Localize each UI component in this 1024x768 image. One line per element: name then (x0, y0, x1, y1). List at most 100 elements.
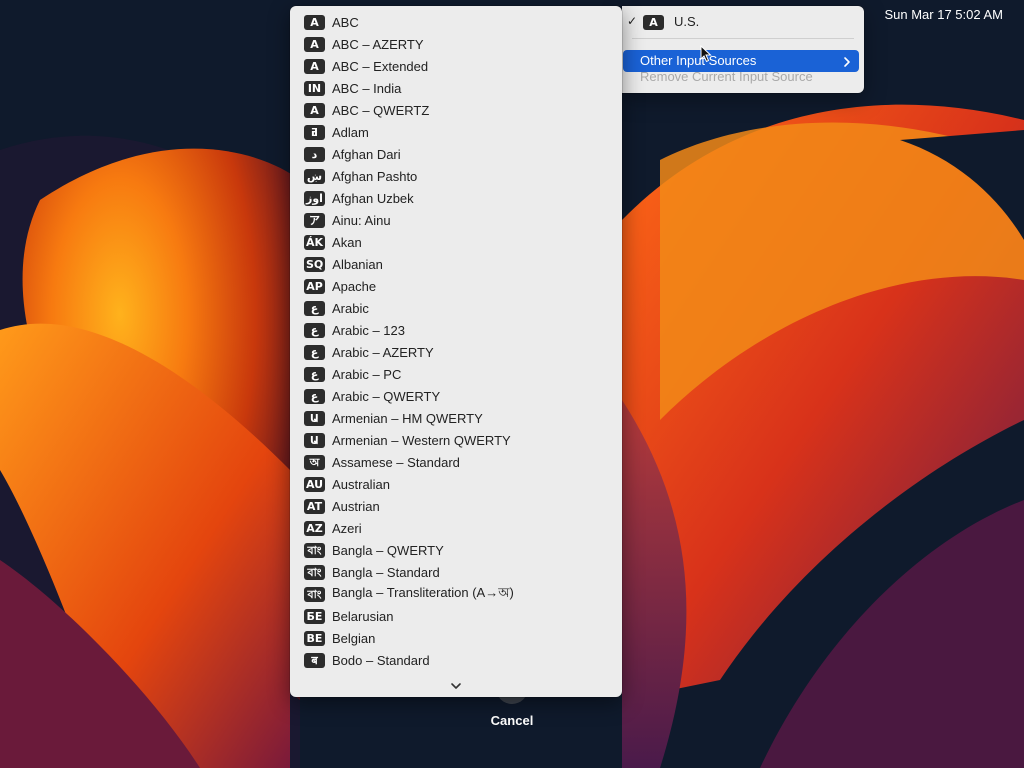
input-source-item[interactable]: ߥ Adlam (290, 121, 622, 143)
input-source-label: ABC (332, 14, 359, 30)
menu-item-current-source-us[interactable]: ✓ A U.S. (622, 11, 864, 33)
input-source-label: Ainu: Ainu (332, 212, 391, 228)
input-source-badge-icon: SQ (304, 256, 326, 272)
input-source-label: Akan (332, 234, 362, 250)
input-source-item[interactable]: Ա Armenian – Western QWERTY (290, 429, 622, 451)
input-source-badge-icon: BE (304, 630, 325, 646)
input-source-item[interactable]: AU Australian (290, 473, 622, 495)
input-source-item[interactable]: বাং Bangla – QWERTY (290, 539, 622, 561)
input-source-badge-icon: ÁK (304, 234, 326, 250)
input-source-label: ABC – AZERTY (332, 36, 424, 52)
input-menu: ✓ A U.S. Other Input Sources Remove Curr… (622, 6, 864, 93)
input-source-badge-icon: A (304, 58, 325, 74)
input-source-label: Bangla – QWERTY (332, 542, 444, 558)
input-source-badge-icon: ア (304, 212, 325, 228)
input-source-badge-icon: ع (304, 300, 325, 316)
input-source-label: Afghan Pashto (332, 168, 418, 184)
input-source-badge-icon: Ա (304, 410, 325, 426)
input-source-item[interactable]: ع Arabic – AZERTY (290, 341, 622, 363)
input-source-badge-icon: اوز (304, 190, 325, 206)
input-source-badge-icon: ع (304, 388, 325, 404)
input-source-badge-icon: বাং (304, 542, 325, 558)
input-source-badge-icon: د (304, 146, 325, 162)
input-source-item[interactable]: ښ Afghan Pashto (290, 165, 622, 187)
input-source-item[interactable]: SQ Albanian (290, 253, 622, 275)
input-source-item[interactable]: IN ABC – India (290, 77, 622, 99)
input-source-badge-icon: অ (304, 454, 325, 470)
input-source-badge-icon: বাং (304, 564, 325, 580)
input-source-label: Adlam (332, 124, 369, 140)
input-source-item[interactable]: AZ Azeri (290, 517, 622, 539)
input-source-item[interactable]: ع Arabic (290, 297, 622, 319)
input-source-label: ABC – Extended (332, 58, 429, 74)
input-sources-items: A ABC A ABC – AZERTY A ABC – Extended IN ABC – … (290, 11, 622, 671)
input-source-badge-icon: AP (304, 278, 325, 294)
input-source-label: Armenian – Western QWERTY (332, 432, 511, 448)
checkmark-icon: ✓ (627, 14, 638, 28)
input-source-label: Afghan Dari (332, 146, 401, 162)
input-source-badge-icon: ब (304, 652, 325, 668)
input-source-label: ABC – India (332, 80, 402, 96)
input-source-item[interactable]: A ABC – Extended (290, 55, 622, 77)
input-sources-list-menu: A ABC A ABC – AZERTY A ABC – Extended IN ABC – … (290, 6, 622, 697)
input-source-label: Arabic – AZERTY (332, 344, 434, 360)
scroll-down-arrow-icon[interactable] (290, 678, 622, 694)
input-source-badge-icon: ع (304, 366, 325, 382)
other-input-sources-label: Other Input Sources (640, 53, 757, 68)
input-source-item[interactable]: A ABC (290, 11, 622, 33)
us-badge-icon: A (643, 15, 664, 30)
input-source-label: Arabic (332, 300, 369, 316)
input-source-badge-icon: Ա (304, 432, 325, 448)
input-source-item[interactable]: د Afghan Dari (290, 143, 622, 165)
input-source-item[interactable]: ع Arabic – QWERTY (290, 385, 622, 407)
input-source-label: Albanian (332, 256, 383, 272)
input-source-badge-icon: ع (304, 322, 325, 338)
input-source-item[interactable]: AP Apache (290, 275, 622, 297)
input-source-item[interactable]: A ABC – AZERTY (290, 33, 622, 55)
input-source-label: Belgian (332, 630, 376, 646)
input-source-item[interactable]: A ABC – QWERTZ (290, 99, 622, 121)
input-source-badge-icon: AU (304, 476, 326, 492)
input-source-item[interactable]: অ Assamese – Standard (290, 451, 622, 473)
input-source-label: Austrian (332, 498, 380, 514)
input-source-label: Assamese – Standard (332, 454, 460, 470)
input-source-badge-icon: ښ (304, 168, 325, 184)
input-source-badge-icon: AT (304, 498, 325, 514)
input-source-label: Australian (332, 476, 390, 492)
input-source-item[interactable]: ア Ainu: Ainu (290, 209, 622, 231)
input-source-badge-icon: IN (304, 80, 325, 96)
menu-item-remove-current-input-source: Remove Current Input Source (640, 69, 813, 84)
input-source-badge-icon: বাং (304, 586, 325, 602)
input-source-label: Armenian – HM QWERTY (332, 410, 483, 426)
input-source-item[interactable]: БЕ Belarusian (290, 605, 622, 627)
input-source-item[interactable]: Ա Armenian – HM QWERTY (290, 407, 622, 429)
input-source-label: Apache (332, 278, 377, 294)
input-source-label: Afghan Uzbek (332, 190, 414, 206)
input-source-label: Belarusian (332, 608, 394, 624)
mouse-pointer-icon (700, 45, 712, 63)
input-source-label: Arabic – PC (332, 366, 402, 382)
input-source-item[interactable]: বাং Bangla – Standard (290, 561, 622, 583)
cancel-button[interactable]: Cancel (474, 713, 550, 728)
input-source-item[interactable]: ÁK Akan (290, 231, 622, 253)
input-source-badge-icon: ߥ (304, 124, 325, 140)
input-source-badge-icon: A (304, 36, 325, 52)
menubar-clock[interactable]: Sun Mar 17 5:02 AM (884, 7, 1003, 22)
input-source-badge-icon: БЕ (304, 608, 325, 624)
input-source-badge-icon: A (304, 14, 325, 30)
input-source-label: Arabic – QWERTY (332, 388, 441, 404)
input-source-label: Bangla – Transliteration (A→অ) (332, 584, 514, 600)
input-source-label: Azeri (332, 520, 362, 536)
input-source-item[interactable]: বাং Bangla – Transliteration (A→অ) (290, 583, 622, 605)
input-source-item[interactable]: BE Belgian (290, 627, 622, 649)
current-source-label: U.S. (674, 14, 700, 29)
input-source-item[interactable]: اوز Afghan Uzbek (290, 187, 622, 209)
input-source-label: ABC – QWERTZ (332, 102, 430, 118)
input-source-label: Arabic – 123 (332, 322, 405, 338)
input-source-item[interactable]: AT Austrian (290, 495, 622, 517)
input-source-item[interactable]: ब Bodo – Standard (290, 649, 622, 671)
input-source-item[interactable]: ع Arabic – 123 (290, 319, 622, 341)
chevron-right-icon (843, 55, 851, 73)
input-source-item[interactable]: ع Arabic – PC (290, 363, 622, 385)
menu-divider (632, 38, 854, 39)
